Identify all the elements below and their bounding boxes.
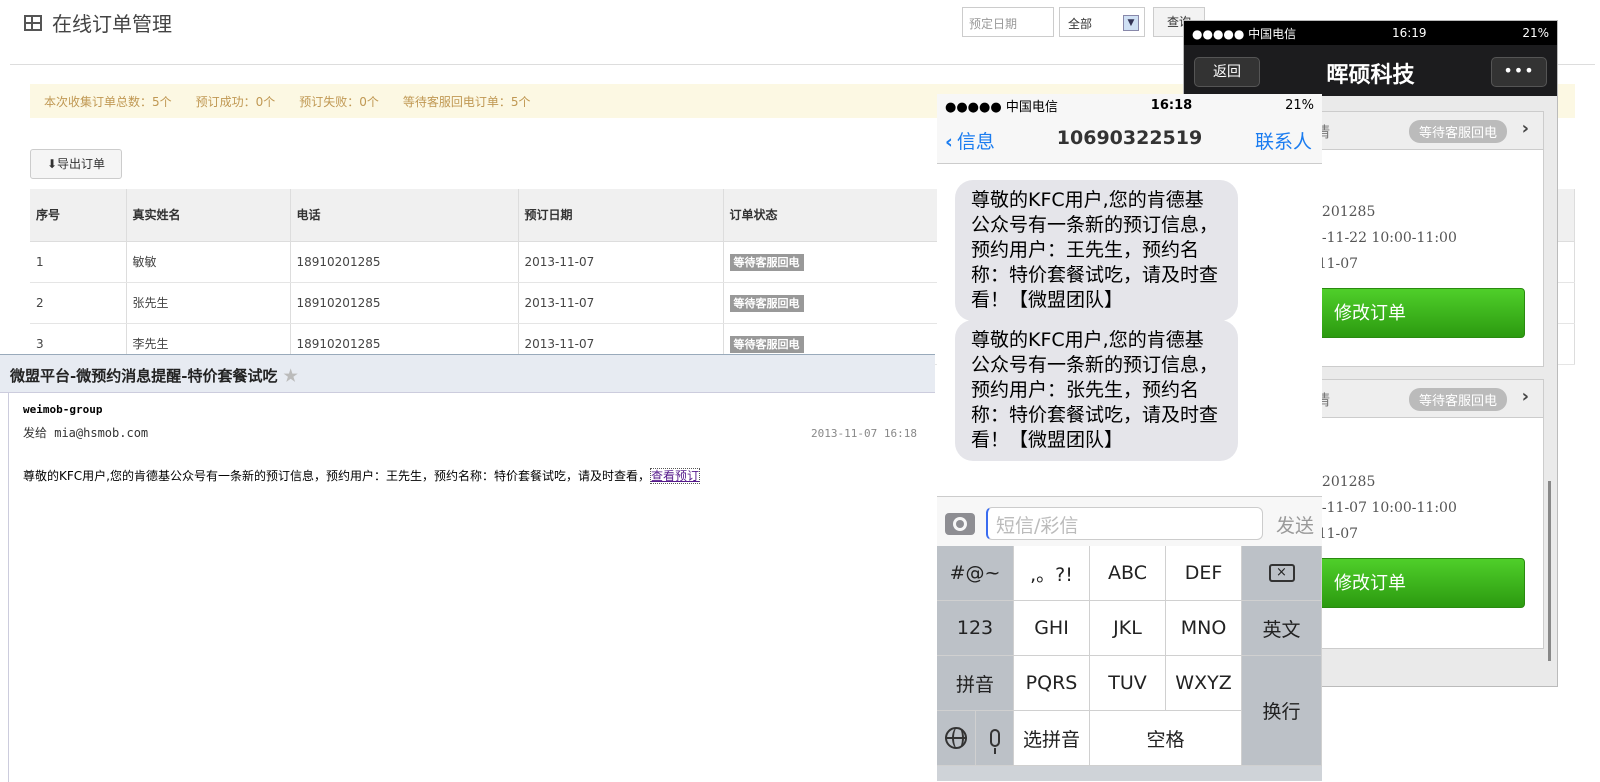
date-filter-input[interactable]: 预定日期 (962, 7, 1054, 37)
key-pqrs[interactable]: PQRS (1014, 656, 1090, 711)
key-jkl[interactable]: JKL (1090, 601, 1166, 656)
send-button[interactable]: 发送 (1276, 511, 1314, 538)
key-tuv[interactable]: TUV (1090, 656, 1166, 711)
backspace-icon: × (1268, 564, 1295, 582)
key-globe[interactable] (937, 711, 976, 766)
modify-order-button[interactable]: 修改订单 (1313, 558, 1525, 608)
key-space[interactable]: 空格 (1090, 711, 1242, 766)
scrollbar[interactable] (1548, 481, 1551, 661)
cell-name: 敏敏 (126, 241, 291, 283)
chevron-right-icon: › (1521, 386, 1529, 407)
cell-no: 1 (30, 241, 127, 283)
message-bubble[interactable]: 尊敬的KFC用户,您的肯德基公众号有一条新的预订信息，预约用户：张先生，预约名称… (955, 320, 1238, 461)
status-badge: 等待客服回电 (729, 294, 804, 312)
status-select-value: 全部 (1068, 17, 1093, 31)
chevron-down-icon: ▼ (1123, 15, 1139, 31)
stat-failed: 预订失败：0个 (299, 94, 379, 109)
card-phone: 0201285 (1313, 204, 1376, 220)
key-wxyz[interactable]: WXYZ (1166, 656, 1242, 711)
stat-total: 本次收集订单总数：5个 (44, 94, 172, 109)
cell-phone: 18910201285 (290, 241, 519, 283)
status-badge: 等待客服回电 (1408, 120, 1507, 143)
chevron-right-icon: › (1521, 118, 1529, 139)
key-english[interactable]: 英文 (1242, 601, 1322, 656)
key-newline[interactable]: 换行 (1242, 656, 1322, 766)
stat-pending: 等待客服回电订单：5个 (402, 94, 531, 109)
email-body: weimob-group 发给 mia@hsmob.com 2013-11-07… (8, 393, 935, 782)
key-def[interactable]: DEF (1166, 546, 1242, 601)
table-icon (24, 14, 42, 31)
cell-no: 2 (30, 282, 127, 324)
email-sender: weimob-group (23, 403, 103, 416)
status-badge: 等待客服回电 (1408, 388, 1507, 411)
card-time: 3-11-22 10:00-11:00 (1313, 230, 1457, 246)
email-message-text: 尊敬的KFC用户,您的肯德基公众号有一条新的预订信息，预约用户：王先生，预约名称… (23, 469, 650, 483)
export-label: 导出订单 (57, 157, 106, 171)
download-icon: ⬇ (46, 157, 58, 171)
battery-label: 21% (1522, 26, 1549, 40)
key-pinyin[interactable]: 拼音 (937, 656, 1014, 711)
col-header[interactable]: 序号 (30, 189, 127, 242)
message-input[interactable]: 短信/彩信 (986, 507, 1263, 540)
key-backspace[interactable]: × (1242, 546, 1322, 601)
key-select-pinyin[interactable]: 选拼音 (1014, 711, 1090, 766)
page-title: 在线订单管理 (52, 12, 172, 36)
key-mno[interactable]: MNO (1166, 601, 1242, 656)
key-ghi[interactable]: GHI (1014, 601, 1090, 656)
key-123[interactable]: 123 (937, 601, 1014, 656)
email-subject: 微盟平台-微预约消息提醒-特价套餐试吃 (10, 367, 278, 385)
status-bar: ●●●●● 中国电信 16:19 21% (1184, 21, 1557, 45)
email-subject-bar: 微盟平台-微预约消息提醒-特价套餐试吃 ★ (0, 355, 935, 393)
modify-order-button[interactable]: 修改订单 (1313, 288, 1525, 338)
card-phone: 0201285 (1313, 474, 1376, 490)
col-header[interactable]: 真实姓名 (126, 189, 291, 242)
globe-icon (945, 727, 967, 749)
clock: 16:18 (1150, 97, 1193, 113)
cell-date: 2013-11-07 (518, 241, 724, 283)
view-booking-link[interactable]: 查看预订 (649, 468, 700, 484)
email-message: 尊敬的KFC用户,您的肯德基公众号有一条新的预订信息，预约用户：王先生，预约名称… (23, 467, 921, 484)
page-title-wrap: 在线订单管理 (24, 8, 172, 37)
status-badge: 等待客服回电 (729, 335, 804, 353)
contact-button[interactable]: 联系人 (1255, 127, 1312, 154)
key-punct[interactable]: ,。?! (1014, 546, 1090, 601)
keyboard: #@~ ,。?! ABC DEF × 123 GHI JKL MNO 英文 拼音… (937, 546, 1322, 781)
cell-name: 张先生 (126, 282, 291, 324)
camera-icon[interactable] (945, 513, 975, 535)
more-button[interactable]: ••• (1491, 57, 1547, 87)
status-badge: 等待客服回电 (729, 253, 804, 271)
email-panel: 微盟平台-微预约消息提醒-特价套餐试吃 ★ weimob-group 发给 mia… (0, 354, 935, 782)
carrier-label: ●●●●● 中国电信 (1192, 26, 1297, 41)
card-time: 3-11-07 10:00-11:00 (1313, 500, 1457, 516)
battery-label: 21% (1285, 97, 1314, 113)
export-orders-button[interactable]: ⬇导出订单 (30, 149, 122, 179)
col-header[interactable]: 电话 (290, 189, 519, 242)
carrier-label: ●●●●● 中国电信 (945, 99, 1058, 115)
compose-bar: 短信/彩信 发送 (937, 496, 1322, 546)
status-bar: ●●●●● 中国电信 16:18 21% (937, 94, 1322, 116)
col-header[interactable]: 预订日期 (518, 189, 724, 242)
key-symbols[interactable]: #@~ (937, 546, 1014, 601)
key-abc[interactable]: ABC (1090, 546, 1166, 601)
cell-date: 2013-11-07 (518, 282, 724, 324)
messages-phone: ●●●●● 中国电信 16:18 21% ‹ 信息 10690322519 联系人… (937, 94, 1322, 781)
cell-phone: 18910201285 (290, 282, 519, 324)
message-bubble[interactable]: 尊敬的KFC用户,您的肯德基公众号有一条新的预订信息，预约用户：王先生，预约名称… (955, 180, 1238, 321)
key-mic[interactable] (976, 711, 1014, 766)
stat-success: 预订成功：0个 (195, 94, 276, 109)
status-select[interactable]: 全部 ▼ (1059, 7, 1145, 37)
wechat-nav-bar: 返回 晖硕科技 ••• (1184, 45, 1557, 96)
microphone-icon (989, 729, 1000, 754)
email-time: 2013-11-07 16:18 (811, 427, 917, 440)
messages-nav-bar: ‹ 信息 10690322519 联系人 (937, 116, 1322, 164)
clock: 16:19 (1391, 26, 1427, 40)
star-icon[interactable]: ★ (283, 366, 297, 385)
email-recipient: 发给 mia@hsmob.com (23, 426, 149, 440)
